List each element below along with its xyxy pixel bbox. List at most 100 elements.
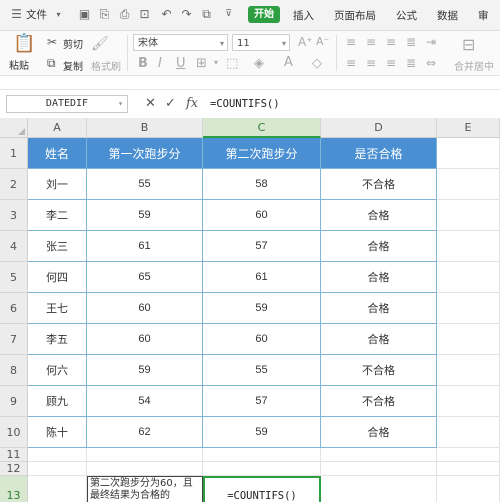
row-header-9[interactable]: 9 bbox=[0, 386, 28, 417]
empty-cell[interactable] bbox=[437, 169, 500, 200]
empty-cell[interactable] bbox=[437, 293, 500, 324]
table-cell[interactable]: 顾九 bbox=[28, 386, 87, 417]
formula-input[interactable]: =COUNTIFS() bbox=[210, 95, 500, 113]
select-all-corner[interactable] bbox=[0, 118, 28, 138]
table-header-cell[interactable]: 第一次跑步分 bbox=[87, 138, 203, 169]
table-cell[interactable]: 陈十 bbox=[28, 417, 87, 448]
print-preview-icon[interactable]: ⊡ bbox=[138, 8, 151, 21]
redo-icon[interactable]: ↷ bbox=[180, 8, 193, 21]
active-cell[interactable]: =COUNTIFS() bbox=[203, 476, 321, 502]
tab-home[interactable]: 开始 bbox=[248, 6, 280, 23]
align-left-icon[interactable]: ≡ bbox=[346, 56, 356, 70]
export-icon[interactable]: ⎘ bbox=[98, 8, 111, 21]
copy-button[interactable]: 复制 bbox=[63, 58, 83, 73]
menu-icon[interactable]: ☰ bbox=[10, 8, 23, 21]
criteria-note-cell[interactable]: 第二次跑步分为60，且最终结果为合格的 bbox=[87, 476, 203, 502]
table-cell[interactable]: 61 bbox=[87, 231, 203, 262]
table-cell[interactable]: 合格 bbox=[321, 262, 437, 293]
align-center-icon[interactable]: ≡ bbox=[366, 56, 376, 70]
table-cell[interactable]: 59 bbox=[203, 293, 321, 324]
column-header-d[interactable]: D bbox=[321, 118, 437, 138]
column-header-e[interactable]: E bbox=[437, 118, 500, 138]
table-cell[interactable]: 60 bbox=[203, 324, 321, 355]
orientation-icon[interactable]: ≣ bbox=[406, 35, 416, 49]
tab-formulas[interactable]: 公式 bbox=[396, 8, 417, 23]
align-middle-icon[interactable]: ≡ bbox=[366, 35, 376, 49]
italic-icon[interactable]: I bbox=[158, 56, 162, 71]
table-cell[interactable]: 55 bbox=[87, 169, 203, 200]
table-header-cell[interactable]: 第二次跑步分 bbox=[203, 138, 321, 169]
empty-cell[interactable] bbox=[437, 462, 500, 476]
row-header-6[interactable]: 6 bbox=[0, 293, 28, 324]
table-cell[interactable]: 李二 bbox=[28, 200, 87, 231]
align-bottom-icon[interactable]: ≡ bbox=[386, 35, 396, 49]
empty-cell[interactable] bbox=[437, 355, 500, 386]
empty-cell[interactable] bbox=[437, 138, 500, 169]
row-header-1[interactable]: 1 bbox=[0, 138, 28, 169]
table-cell[interactable]: 合格 bbox=[321, 200, 437, 231]
column-header-a[interactable]: A bbox=[28, 118, 87, 138]
table-cell[interactable]: 合格 bbox=[321, 231, 437, 262]
empty-cell[interactable] bbox=[321, 476, 437, 502]
table-cell[interactable]: 刘一 bbox=[28, 169, 87, 200]
paste-icon[interactable]: 📋 bbox=[13, 33, 35, 54]
empty-cell[interactable] bbox=[437, 448, 500, 462]
fill-color-icon[interactable]: ◈ bbox=[254, 56, 264, 71]
table-cell[interactable]: 60 bbox=[87, 324, 203, 355]
empty-cell[interactable] bbox=[437, 417, 500, 448]
row-header-7[interactable]: 7 bbox=[0, 324, 28, 355]
table-cell[interactable]: 62 bbox=[87, 417, 203, 448]
align-right-icon[interactable]: ≡ bbox=[386, 56, 396, 70]
table-cell[interactable]: 李五 bbox=[28, 324, 87, 355]
table-header-cell[interactable]: 姓名 bbox=[28, 138, 87, 169]
distributed-icon[interactable]: ⇔ bbox=[426, 56, 436, 70]
chevron-down-icon[interactable]: ▾ bbox=[52, 8, 65, 21]
table-cell[interactable]: 合格 bbox=[321, 324, 437, 355]
merge-center-button[interactable]: 合并居中 bbox=[454, 58, 494, 73]
empty-cell[interactable] bbox=[28, 476, 87, 502]
tab-insert[interactable]: 插入 bbox=[293, 8, 314, 23]
font-size-select[interactable]: 11 ▾ bbox=[232, 34, 290, 51]
save-icon[interactable]: ▣ bbox=[78, 8, 91, 21]
empty-cell[interactable] bbox=[437, 231, 500, 262]
row-header-10[interactable]: 10 bbox=[0, 417, 28, 448]
empty-cell[interactable] bbox=[321, 462, 437, 476]
empty-cell[interactable] bbox=[437, 262, 500, 293]
row-header-12[interactable]: 12 bbox=[0, 462, 28, 476]
empty-cell[interactable] bbox=[437, 200, 500, 231]
empty-cell[interactable] bbox=[203, 462, 321, 476]
cut-button[interactable]: 剪切 bbox=[63, 36, 83, 51]
row-header-4[interactable]: 4 bbox=[0, 231, 28, 262]
table-cell[interactable]: 合格 bbox=[321, 293, 437, 324]
row-header-3[interactable]: 3 bbox=[0, 200, 28, 231]
eraser-icon[interactable]: ◇ bbox=[312, 56, 322, 71]
tab-review[interactable]: 审 bbox=[478, 8, 489, 23]
row-header-5[interactable]: 5 bbox=[0, 262, 28, 293]
font-name-select[interactable]: 宋体 ▾ bbox=[133, 34, 228, 51]
table-cell[interactable]: 60 bbox=[87, 293, 203, 324]
table-cell[interactable]: 61 bbox=[203, 262, 321, 293]
name-box[interactable]: DATEDIF ▾ bbox=[6, 95, 128, 113]
table-cell[interactable]: 王七 bbox=[28, 293, 87, 324]
format-painter-icon[interactable]: 🖌 bbox=[91, 36, 109, 52]
empty-cell[interactable] bbox=[321, 448, 437, 462]
cancel-icon[interactable]: ✕ bbox=[145, 96, 156, 111]
table-cell[interactable]: 57 bbox=[203, 231, 321, 262]
table-cell[interactable]: 55 bbox=[203, 355, 321, 386]
format-painter-button[interactable]: 格式刷 bbox=[91, 58, 121, 73]
empty-cell[interactable] bbox=[28, 462, 87, 476]
table-cell[interactable]: 59 bbox=[203, 417, 321, 448]
table-cell[interactable]: 张三 bbox=[28, 231, 87, 262]
tab-page-layout[interactable]: 页面布局 bbox=[334, 8, 376, 23]
file-menu[interactable]: 文件 bbox=[26, 7, 47, 22]
font-color-icon[interactable]: A bbox=[284, 55, 293, 70]
bold-icon[interactable]: B bbox=[138, 56, 148, 71]
table-cell[interactable]: 57 bbox=[203, 386, 321, 417]
tab-data[interactable]: 数据 bbox=[437, 8, 458, 23]
empty-cell[interactable] bbox=[437, 324, 500, 355]
align-top-icon[interactable]: ≡ bbox=[346, 35, 356, 49]
decrease-font-icon[interactable]: A⁻ bbox=[316, 35, 329, 48]
row-header-11[interactable]: 11 bbox=[0, 448, 28, 462]
table-cell[interactable]: 何四 bbox=[28, 262, 87, 293]
table-cell[interactable]: 58 bbox=[203, 169, 321, 200]
